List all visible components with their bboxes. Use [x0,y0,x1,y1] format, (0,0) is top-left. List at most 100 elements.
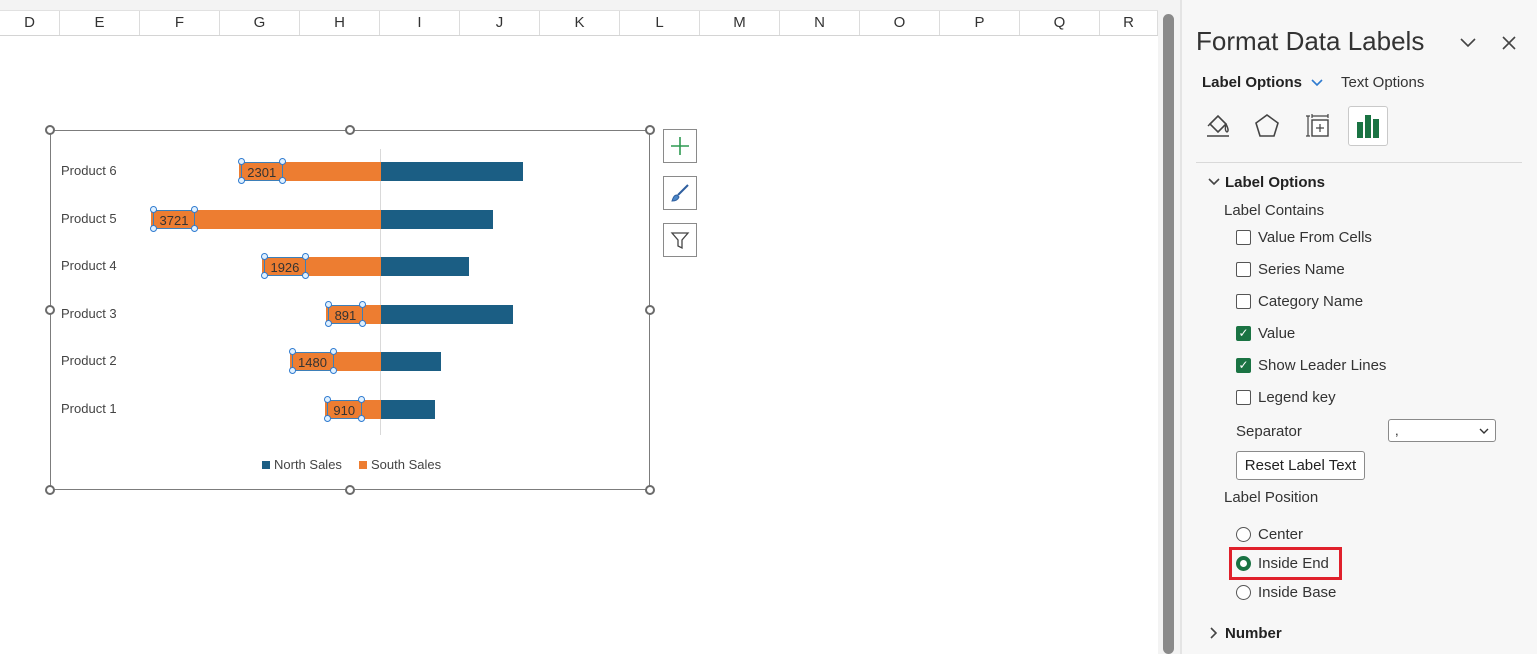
section-number[interactable]: Number [1225,625,1282,642]
column-header-i[interactable]: I [380,11,460,35]
chart-filters-button[interactable] [663,223,697,257]
resize-handle-top[interactable] [345,125,355,135]
inside-base-label: Inside Base [1258,584,1337,601]
data-label-handle[interactable] [329,367,337,374]
vertical-scrollbar[interactable] [1158,0,1180,654]
legend-north-swatch [262,461,270,469]
format-data-labels-pane: Format Data Labels Label Options Text Op… [1182,0,1537,654]
section-label-options[interactable]: Label Options [1225,174,1325,191]
legend-south-label: South Sales [371,457,442,472]
data-label[interactable]: 2301 [240,162,283,181]
effects-tab[interactable] [1247,106,1287,146]
data-label-handle[interactable] [260,272,268,279]
show-leader-lines-checkbox[interactable]: ✓ [1236,358,1251,373]
chevron-down-icon[interactable] [1459,36,1477,50]
fill-line-tab[interactable] [1198,106,1238,146]
resize-handle-bottom-right[interactable] [645,485,655,495]
bar-north-sales[interactable] [381,162,524,181]
data-label-handle[interactable] [278,158,286,165]
bar-north-sales[interactable] [381,304,514,324]
data-label[interactable]: 910 [326,399,362,419]
data-label-handle[interactable] [324,300,332,308]
column-header-h[interactable]: H [300,11,380,35]
data-label[interactable]: 1926 [263,257,306,276]
data-label-handle[interactable] [323,414,331,422]
inside-base-radio[interactable] [1236,585,1251,600]
label-contains-heading: Label Contains [1224,202,1325,219]
data-label[interactable]: 1480 [291,352,334,371]
data-label-handle[interactable] [358,300,366,308]
resize-handle-top-right[interactable] [645,125,655,135]
data-label-handle[interactable] [358,319,366,327]
column-header-o[interactable]: O [860,11,940,35]
legend-south[interactable]: South Sales [359,457,441,472]
worksheet[interactable]: D E F G H I J K L M N O P Q R North Sale… [0,0,1158,654]
bar-north-sales[interactable] [381,257,470,276]
separator-dropdown[interactable]: , [1388,419,1496,442]
close-icon[interactable] [1502,36,1516,50]
resize-handle-right[interactable] [645,305,655,315]
paint-bucket-icon [1207,114,1229,137]
pentagon-icon [1255,114,1279,137]
data-label-handle[interactable] [288,348,296,355]
legend-key-checkbox[interactable] [1236,390,1251,405]
data-label-handle[interactable] [150,205,157,213]
data-label-handle[interactable] [191,224,198,232]
bar-north-sales[interactable] [381,352,442,371]
chart-area[interactable]: North Sales South Sales Product 6 2301 Pro… [50,130,650,490]
column-header-p[interactable]: P [940,11,1020,35]
column-header-l[interactable]: L [620,11,700,35]
data-label-handle[interactable] [357,395,365,403]
column-header-j[interactable]: J [460,11,540,35]
show-leader-lines-label: Show Leader Lines [1258,357,1387,374]
value-from-cells-label: Value From Cells [1258,229,1372,246]
resize-handle-bottom-left[interactable] [45,485,55,495]
bar-north-sales[interactable] [381,399,435,419]
size-properties-tab[interactable] [1298,106,1338,146]
label-options-tab[interactable] [1348,106,1388,146]
data-label-handle[interactable] [150,224,157,232]
separator-label: Separator [1236,423,1302,440]
resize-handle-top-left[interactable] [45,125,55,135]
scrollbar-thumb[interactable] [1163,14,1174,654]
reset-label-text-button[interactable]: Reset Label Text [1236,451,1365,480]
data-label[interactable]: 891 [327,304,363,324]
legend-north[interactable]: North Sales [262,457,342,472]
tab-text-options[interactable]: Text Options [1341,74,1424,91]
resize-handle-bottom[interactable] [345,485,355,495]
category-name-checkbox[interactable] [1236,294,1251,309]
column-header-r[interactable]: R [1100,11,1158,35]
chart-elements-button[interactable] [663,129,697,163]
value-checkbox[interactable]: ✓ [1236,326,1251,341]
data-label-handle[interactable] [237,177,245,184]
column-header-g[interactable]: G [220,11,300,35]
center-radio[interactable] [1236,527,1251,542]
data-label-handle[interactable] [301,272,309,279]
column-header-f[interactable]: F [140,11,220,35]
chevron-right-icon[interactable] [1209,627,1219,639]
resize-handle-left[interactable] [45,305,55,315]
data-label-handle[interactable] [301,253,309,260]
tab-label-options[interactable]: Label Options [1202,74,1323,91]
data-label-handle[interactable] [324,319,332,327]
column-header-m[interactable]: M [700,11,780,35]
column-header-d[interactable]: D [0,11,60,35]
series-name-checkbox[interactable] [1236,262,1251,277]
data-label[interactable]: 3721 [153,209,195,229]
data-label-handle[interactable] [329,348,337,355]
data-label-handle[interactable] [288,367,296,374]
column-header-n[interactable]: N [780,11,860,35]
value-from-cells-checkbox[interactable] [1236,230,1251,245]
data-label-handle[interactable] [237,158,245,165]
chart-styles-button[interactable] [663,176,697,210]
chevron-down-icon[interactable] [1208,177,1220,187]
data-label-handle[interactable] [278,177,286,184]
data-label-handle[interactable] [323,395,331,403]
data-label-handle[interactable] [191,205,198,213]
column-header-q[interactable]: Q [1020,11,1100,35]
bar-north-sales[interactable] [381,209,494,229]
column-header-k[interactable]: K [540,11,620,35]
data-label-handle[interactable] [260,253,268,260]
data-label-handle[interactable] [357,414,365,422]
column-header-e[interactable]: E [60,11,140,35]
